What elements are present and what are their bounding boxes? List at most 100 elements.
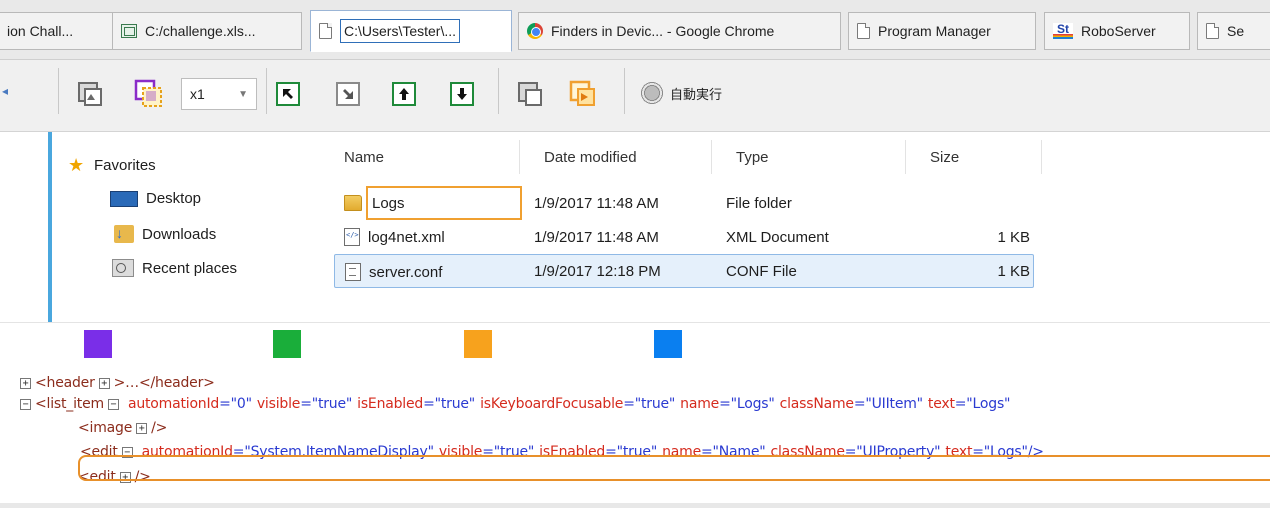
move-down-button[interactable] xyxy=(450,82,474,106)
tab-chrome[interactable]: Finders in Devic... - Google Chrome xyxy=(518,12,841,50)
arrow-down-icon xyxy=(457,88,467,100)
xml-equals: = xyxy=(300,396,312,412)
zoom-value: x1 xyxy=(190,86,205,102)
column-header-date[interactable]: Date modified xyxy=(520,140,712,174)
file-row-log4net[interactable]: log4net.xml 1/9/2017 11:48 AM XML Docume… xyxy=(334,220,1034,254)
star-icon: ★ xyxy=(68,155,85,175)
xml-tag: <header xyxy=(35,375,95,391)
highlight-button[interactable] xyxy=(568,80,596,108)
file-row-logs[interactable]: Logs 1/9/2017 11:48 AM File folder xyxy=(334,186,1034,220)
capture-window-button[interactable] xyxy=(76,80,104,108)
document-icon xyxy=(857,23,870,39)
xml-attribute-value: "Logs" xyxy=(966,396,1011,412)
xml-node-image[interactable]: <image + /> xyxy=(78,417,167,439)
xml-attribute-value: "UIItem" xyxy=(865,396,923,412)
xml-node-header[interactable]: + <header + >…</header> xyxy=(16,372,215,394)
color-swatch-green[interactable] xyxy=(273,330,301,358)
nav-favorites-label: Favorites xyxy=(94,156,156,174)
xml-tag: <list_item xyxy=(35,396,104,412)
downloads-icon xyxy=(114,225,134,243)
file-date: 1/9/2017 11:48 AM xyxy=(534,194,659,212)
color-swatch-blue[interactable] xyxy=(654,330,682,358)
file-list: Name Date modified Type Size Logs 1/9/20… xyxy=(320,140,1042,310)
nav-downloads[interactable]: Downloads xyxy=(114,225,216,243)
nav-desktop[interactable]: Desktop xyxy=(110,190,201,207)
tab-explorer-active[interactable]: C:\Users\Tester\... xyxy=(310,10,512,52)
move-up-left-button[interactable] xyxy=(276,82,300,106)
move-up-button[interactable] xyxy=(392,82,416,106)
desktop-icon xyxy=(110,190,138,207)
file-name: log4net.xml xyxy=(368,228,445,246)
column-header-label: Name xyxy=(344,148,385,166)
xml-attribute-value: "true" xyxy=(634,396,676,412)
xml-attribute: text="Logs" xyxy=(927,396,1011,412)
collapse-icon[interactable]: − xyxy=(20,398,31,410)
file-name-cell: log4net.xml xyxy=(344,220,445,254)
file-name-cell: server.conf xyxy=(345,255,442,289)
spreadsheet-icon xyxy=(121,24,137,38)
xml-tag-close: >…</header> xyxy=(113,375,215,391)
xml-attribute-value: "true" xyxy=(434,396,476,412)
file-type: XML Document xyxy=(726,228,829,246)
tab-label: C:/challenge.xls... xyxy=(145,23,256,39)
xml-node-list-item[interactable]: − <list_item − automationId="0" visible="… xyxy=(16,393,1010,415)
xml-equals: = xyxy=(954,396,967,412)
arrow-up-left-icon xyxy=(283,89,293,99)
xml-file-icon xyxy=(344,228,360,246)
tab-se[interactable]: Se xyxy=(1197,12,1270,50)
tab-program-manager[interactable]: Program Manager xyxy=(848,12,1036,50)
chrome-icon xyxy=(527,23,543,39)
expand-icon[interactable]: + xyxy=(136,422,148,434)
xml-attribute-name: text xyxy=(927,396,955,412)
xml-attribute: isEnabled="true" xyxy=(357,396,475,412)
file-name: Logs xyxy=(372,194,405,212)
tab-roboserver[interactable]: St RoboServer xyxy=(1044,12,1190,50)
move-down-right-button[interactable] xyxy=(336,82,360,106)
color-swatch-purple[interactable] xyxy=(84,330,112,358)
xml-attribute-value: "Logs" xyxy=(730,396,775,412)
file-type: File folder xyxy=(726,194,792,212)
file-size xyxy=(920,186,1030,220)
file-size: 1 KB xyxy=(997,228,1030,246)
file-date: 1/9/2017 12:18 PM xyxy=(534,262,661,280)
snapshot-icon xyxy=(518,82,542,106)
nav-recent-places[interactable]: Recent places xyxy=(112,259,237,277)
tab-label: RoboServer xyxy=(1081,23,1156,39)
file-name-edit-highlight[interactable]: Logs xyxy=(366,186,522,220)
tab-challenge-xls[interactable]: C:/challenge.xls... xyxy=(112,12,302,50)
auto-run-toggle[interactable]: 自動実行 xyxy=(640,81,722,105)
column-header-type[interactable]: Type xyxy=(712,140,906,174)
file-name: server.conf xyxy=(369,263,443,281)
xml-equals: = xyxy=(623,396,635,412)
xml-attribute: automationId="0" xyxy=(128,396,252,412)
toolbar-separator xyxy=(498,68,499,114)
xml-attribute-name: automationId xyxy=(127,396,220,412)
xml-equals: = xyxy=(219,396,231,412)
collapse-icon[interactable]: − xyxy=(107,398,119,410)
chevron-down-icon: ▼ xyxy=(238,88,248,100)
color-swatch-orange[interactable] xyxy=(464,330,492,358)
xml-tag-close: /> xyxy=(151,420,168,436)
xml-attribute: className="UIItem" xyxy=(779,396,924,412)
column-header-name[interactable]: Name xyxy=(320,140,520,174)
navigation-pane: ★ Favorites Desktop Downloads Recent pla… xyxy=(60,140,310,310)
xml-attribute: isKeyboardFocusable="true" xyxy=(480,396,675,412)
toolbar-separator xyxy=(266,68,267,114)
xml-attribute-name: className xyxy=(779,396,854,412)
column-header-size[interactable]: Size xyxy=(906,140,1042,174)
file-row-server-conf[interactable]: server.conf 1/9/2017 12:18 PM CONF File … xyxy=(334,254,1034,288)
tab-challenge[interactable]: ion Chall... xyxy=(0,12,116,50)
expand-icon[interactable]: + xyxy=(98,377,110,389)
xml-attribute-name: isEnabled xyxy=(357,396,424,412)
expand-icon[interactable]: + xyxy=(20,377,31,389)
arrow-down-right-icon xyxy=(343,89,353,99)
capture-region-icon xyxy=(134,79,162,107)
zoom-select[interactable]: x1 ▼ xyxy=(181,78,257,110)
finder-color-legend xyxy=(0,322,1270,370)
xml-attribute-name: visible xyxy=(256,396,301,412)
overflow-chevron-icon[interactable]: ◂ xyxy=(2,84,8,98)
xml-equals: = xyxy=(423,396,435,412)
nav-favorites[interactable]: ★ Favorites xyxy=(68,156,156,174)
capture-region-button[interactable] xyxy=(134,79,162,108)
snapshot-button[interactable] xyxy=(516,80,544,108)
